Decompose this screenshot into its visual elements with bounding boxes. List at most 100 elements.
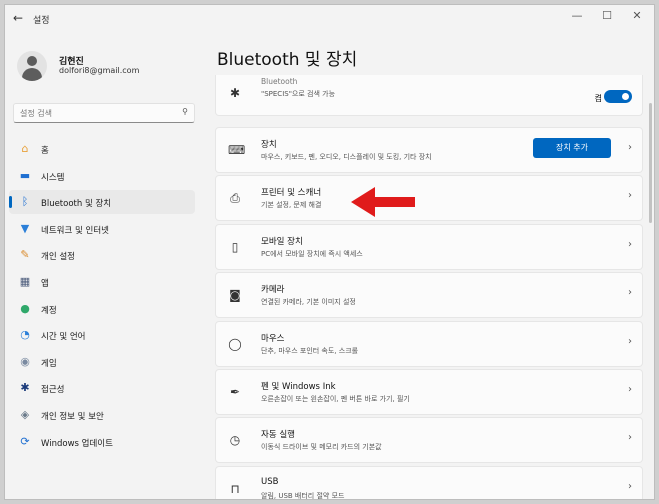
home-icon: ⌂ xyxy=(21,142,29,155)
main-content: Bluetooth 및 장치 ✱ Bluetooth "SPECIS"으로 검색… xyxy=(211,33,654,499)
sidebar-item-label: 시간 및 언어 xyxy=(41,332,86,343)
camera-icon: ◙ xyxy=(229,288,241,303)
pen-icon: ✒ xyxy=(229,385,241,399)
minimize-icon[interactable]: — xyxy=(562,9,592,22)
sidebar-item-3[interactable]: ▼ 네트워크 및 인터넷 xyxy=(9,217,195,241)
card-title: 장치 xyxy=(261,140,277,150)
card-subtitle: 연결된 카메라, 기본 이미지 설정 xyxy=(261,298,356,307)
title-bar: ← 설정 — ☐ ✕ xyxy=(5,5,654,33)
sidebar-item-5[interactable]: ▦ 앱 xyxy=(9,270,195,294)
card-subtitle: 단추, 마우스 포인터 속도, 스크롤 xyxy=(261,346,359,355)
card-subtitle: 이동식 드라이브 및 메모리 카드의 기본값 xyxy=(261,443,382,452)
usb-icon: ⊓ xyxy=(230,481,240,496)
user-email: dolfori8@gmail.com xyxy=(59,66,140,75)
bluetooth-icon: ᛒ xyxy=(21,195,29,209)
card-subtitle: 기본 설정, 문제 해결 xyxy=(261,201,322,210)
settings-card-0[interactable]: ⌨ 장치마우스, 키보드, 펜, 오디오, 디스플레이 및 도킹, 기타 장치 장치… xyxy=(215,127,643,173)
update-icon: ⟳ xyxy=(20,434,30,448)
bluetooth-title: Bluetooth xyxy=(261,77,298,86)
sidebar-item-label: 네트워크 및 인터넷 xyxy=(41,225,109,236)
bluetooth-subtitle: "SPECIS"으로 검색 가능 xyxy=(261,90,336,98)
card-subtitle: PC에서 모바일 장치에 즉시 액세스 xyxy=(261,249,363,258)
brush-icon: ✎ xyxy=(20,248,30,262)
shield-icon: ◈ xyxy=(20,408,30,421)
accessibility-icon: ✱ xyxy=(20,381,30,395)
card-subtitle: 알림, USB 배터리 절약 모드 xyxy=(261,491,345,500)
sidebar-item-0[interactable]: ⌂ 홈 xyxy=(9,137,195,161)
settings-card-7[interactable]: ⊓ USB 알림, USB 배터리 절약 모드 › xyxy=(215,465,643,500)
bluetooth-state-label: 켬 xyxy=(594,94,602,103)
close-icon[interactable]: ✕ xyxy=(622,9,652,22)
chevron-right-icon: › xyxy=(628,384,632,395)
chevron-right-icon: › xyxy=(628,190,632,202)
settings-card-1[interactable]: ⎙ 프린터 및 스캐너기본 설정, 문제 해결 › xyxy=(215,175,643,222)
page-title: Bluetooth 및 장치 xyxy=(217,50,358,70)
settings-card-5[interactable]: ✒ 펜 및 Windows Ink 오른손잡이 또는 왼손잡이, 펜 버튼 바로 가… xyxy=(215,369,643,415)
bluetooth-icon: ✱ xyxy=(229,86,241,100)
sidebar-item-10[interactable]: ◈ 개인 정보 및 보안 xyxy=(9,403,195,427)
settings-card-3[interactable]: ◙ 카메라연결된 카메라, 기본 이미지 설정 › xyxy=(215,272,643,319)
search-icon[interactable]: ⚲ xyxy=(182,107,188,116)
chevron-right-icon: › xyxy=(628,335,632,347)
settings-card-4[interactable]: ◯ 마우스단추, 마우스 포인터 속도, 스크롤 › xyxy=(215,320,643,367)
user-profile[interactable]: 김현진 dolfori8@gmail.com xyxy=(15,51,205,91)
chevron-right-icon: › xyxy=(628,238,632,250)
sidebar-item-2[interactable]: ᛒ Bluetooth 및 장치 xyxy=(9,190,195,215)
sidebar-item-6[interactable]: ● 계정 xyxy=(9,297,195,321)
sidebar-item-8[interactable]: ◉ 게임 xyxy=(9,350,195,374)
card-title: 자동 실행 xyxy=(261,430,295,441)
red-arrow-annotation xyxy=(351,187,415,217)
active-indicator xyxy=(9,196,12,209)
card-title: USB xyxy=(261,476,279,487)
sidebar: 김현진 dolfori8@gmail.com ⚲ ⌂홈 ▬ 시스템 ᛒ Bluetoot… xyxy=(5,33,205,499)
sidebar-item-label: Bluetooth 및 장치 xyxy=(41,199,112,210)
chevron-right-icon: › xyxy=(628,287,632,299)
globe-clock-icon: ◔ xyxy=(20,328,30,342)
account-icon: ● xyxy=(20,301,30,315)
chevron-right-icon: › xyxy=(628,432,632,444)
sidebar-item-4[interactable]: ✎ 개인 설정 xyxy=(9,243,195,267)
card-subtitle: 오른손잡이 또는 왼손잡이, 펜 버튼 바로 가기, 필기 xyxy=(261,395,410,403)
sidebar-item-7[interactable]: ◔ 시간 및 언어 xyxy=(9,323,195,347)
keyboard-icon: ⌨ xyxy=(228,143,246,157)
app-title: 설정 xyxy=(33,16,50,26)
bluetooth-card[interactable]: ✱ Bluetooth "SPECIS"으로 검색 가능 켬 xyxy=(215,75,643,116)
search-box[interactable]: ⚲ xyxy=(13,103,195,123)
card-title: 마우스 xyxy=(261,333,285,344)
sidebar-item-11[interactable]: ⟳ Windows 업데이트 xyxy=(9,430,195,454)
sidebar-item-label: 접근성 xyxy=(41,385,65,396)
settings-card-6[interactable]: ◷ 자동 실행이동식 드라이브 및 메모리 카드의 기본값 › xyxy=(215,417,643,464)
sidebar-item-label: 앱 xyxy=(41,279,49,289)
back-icon[interactable]: ← xyxy=(13,11,23,25)
avatar xyxy=(17,51,47,81)
maximize-icon[interactable]: ☐ xyxy=(592,9,622,22)
settings-window: ← 설정 — ☐ ✕ 김현진 dolfori8@gmail.com ⚲ ⌂홈 ▬ 시… xyxy=(4,4,655,500)
gamepad-icon: ◉ xyxy=(20,354,30,368)
settings-card-2[interactable]: ▯ 모바일 장치 PC에서 모바일 장치에 즉시 액세스 › xyxy=(215,223,643,270)
search-input[interactable] xyxy=(18,105,172,121)
chevron-right-icon: › xyxy=(628,142,632,153)
card-title: 카메라 xyxy=(261,285,285,296)
sidebar-item-label: 개인 설정 xyxy=(41,252,75,263)
bluetooth-toggle[interactable] xyxy=(604,90,632,103)
sidebar-item-label: 개인 정보 및 보안 xyxy=(41,412,104,422)
card-title: 모바일 장치 xyxy=(261,236,303,247)
scrollbar[interactable] xyxy=(649,103,652,223)
autoplay-icon: ◷ xyxy=(229,433,241,448)
wifi-icon: ▼ xyxy=(20,221,30,235)
sidebar-item-1[interactable]: ▬ 시스템 xyxy=(9,164,195,188)
add-device-button[interactable]: 장치 추가 xyxy=(533,138,611,158)
card-subtitle: 마우스, 키보드, 펜, 오디오, 디스플레이 및 도킹, 기타 장치 xyxy=(261,153,432,161)
card-title: 펜 및 Windows Ink xyxy=(261,382,336,392)
sidebar-item-label: Windows 업데이트 xyxy=(41,438,113,449)
apps-icon: ▦ xyxy=(19,275,31,288)
sidebar-item-label: 계정 xyxy=(41,305,57,316)
sidebar-item-label: 시스템 xyxy=(41,172,65,183)
card-title: 프린터 및 스캐너 xyxy=(261,188,322,199)
printer-icon: ⎙ xyxy=(230,191,240,206)
sidebar-item-label: 게임 xyxy=(41,358,57,369)
chevron-right-icon: › xyxy=(628,480,632,492)
monitor-icon: ▬ xyxy=(19,168,31,182)
sidebar-item-9[interactable]: ✱ 접근성 xyxy=(9,376,195,400)
mouse-icon: ◯ xyxy=(228,336,242,351)
